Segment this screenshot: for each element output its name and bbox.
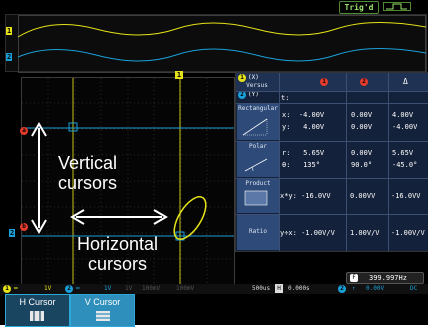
product-label: Product [245, 180, 271, 187]
polar-r-c2: 0.00V [351, 149, 373, 157]
trigger-level[interactable]: 0.00V [366, 285, 384, 292]
ch1-badge: 1 [238, 74, 246, 82]
ch1-coupling-icon: ═ [14, 285, 18, 292]
t-label: t: [281, 94, 290, 102]
rect-x-value: x: -4.00V [282, 111, 325, 119]
polar-theta-c2: 90.0° [351, 161, 373, 169]
overview-traces [17, 22, 426, 62]
horizontal-cursors-label: Horizontal cursors [77, 234, 159, 274]
ratio-c2: 1.00V/V [350, 229, 380, 237]
trigger-edge-icon [383, 2, 411, 11]
polar-theta-delta: -45.0° [392, 161, 418, 169]
product-delta: -16.0VV [391, 192, 421, 200]
frequency-icon: F [350, 274, 358, 282]
trigger-slope-icon: ↑ [352, 285, 356, 292]
v-cursor-button[interactable]: V Cursor [70, 294, 135, 327]
product-value: x*y: -16.0VV [280, 192, 331, 200]
polar-r-delta: 5.65V [392, 149, 414, 157]
trigger-position-marker: 1 [175, 71, 183, 79]
horizontal-position-icon: H [275, 284, 283, 293]
trigger-source-badge: 2 [338, 285, 346, 293]
ch2-scale: 1V [104, 285, 112, 292]
ch2-level-marker: 2 [9, 229, 16, 237]
oscilloscope-screen: Trig'd 1 2 1 a b 2 Vertical cursors Hori… [0, 0, 428, 327]
frequency-readout: F 399.997Hz [346, 272, 424, 284]
vertical-bars-icon [30, 311, 44, 321]
ch4-scale: 100mV [142, 285, 161, 292]
ref-scale: 100mV [176, 285, 195, 292]
vertical-cursors-label: Vertical cursors [58, 153, 118, 193]
rect-x-c2: 0.00V [351, 111, 373, 119]
ratio-delta: -1.00V/V [391, 229, 425, 237]
delay-value[interactable]: 0.000s [288, 285, 310, 292]
status-bar: 1 ═ 1V 2 ═ 1V 1V 100mV 100mV 500us H 0.0… [0, 284, 428, 294]
h-cursor-button[interactable]: H Cursor [5, 294, 70, 327]
frequency-value: 399.997Hz [369, 274, 407, 282]
polar-theta-value: θ: 135° [282, 161, 320, 169]
rectangular-label: Rectangular [238, 105, 278, 112]
cursor-a-marker[interactable]: a [20, 127, 28, 135]
h-cursor-label: H Cursor [19, 297, 56, 307]
versus-label: Versus [246, 82, 268, 89]
rect-y-c2: 0.00V [351, 123, 373, 131]
col-delta-label: Δ [403, 77, 408, 86]
rectangular-row-icon: Rectangular [237, 104, 279, 140]
timebase-value[interactable]: 500us [252, 285, 270, 292]
product-row-icon: Product [237, 179, 279, 213]
ratio-row-icon: Ratio [237, 215, 279, 250]
polar-diagram-icon [244, 158, 268, 172]
cursor-b-marker[interactable]: b [20, 223, 28, 231]
ch2-status-badge[interactable]: 2 [65, 285, 73, 293]
polar-label: Polar [248, 143, 268, 150]
versus-x-label: (X) [248, 74, 259, 81]
rect-x-delta: 4.00V [392, 111, 414, 119]
ratio-value: y÷x: -1.00V/V [280, 229, 335, 237]
polar-row-icon: Polar [237, 142, 279, 177]
v-cursor-label: V Cursor [84, 297, 121, 307]
rect-y-delta: -4.00V [392, 123, 418, 131]
col-cursor1-badge: 1 [320, 78, 328, 86]
versus-y-label: (Y) [248, 91, 259, 98]
ch2-badge: 2 [238, 91, 246, 99]
trigger-status: Trig'd [339, 1, 379, 14]
horizontal-bars-icon [96, 311, 110, 321]
ratio-label: Ratio [248, 228, 268, 235]
waveform-overview: 1 2 [5, 14, 427, 73]
ch2-coupling-icon: ═ [76, 285, 80, 292]
ch1-scale: 1V [44, 285, 52, 292]
ch3-scale: 1V [125, 285, 133, 292]
rectangular-diagram-icon [242, 118, 268, 136]
cursor-measurement-panel: 1 (X) Versus 2 (Y) 1 2 Δ t: Rectangular … [235, 72, 428, 252]
trigger-coupling: DC [410, 285, 418, 292]
ch1-status-badge[interactable]: 1 [3, 285, 11, 293]
polar-r-value: r: 5.65V [282, 149, 325, 157]
product-diagram-icon [244, 190, 268, 206]
product-c2: 0.00VV [350, 192, 376, 200]
col-cursor2-badge: 2 [360, 78, 368, 86]
rect-y-value: y: 4.00V [282, 123, 325, 131]
